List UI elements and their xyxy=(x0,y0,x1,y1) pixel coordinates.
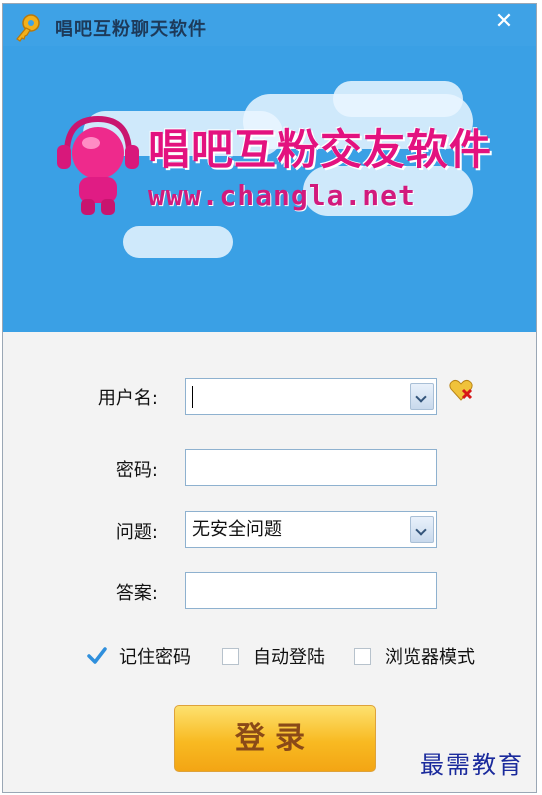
question-dropdown-button[interactable] xyxy=(410,516,434,543)
password-label: 密码: xyxy=(115,460,158,481)
brand-name: 唱吧互粉交友软件 xyxy=(148,125,493,174)
username-label: 用户名: xyxy=(97,388,158,409)
key-icon xyxy=(16,14,40,42)
answer-label: 答案: xyxy=(115,583,158,604)
remember-password-checkbox[interactable] xyxy=(87,646,107,666)
login-window: 唱吧互粉聊天软件 ✕ 唱吧互粉交友软件 www.changla.net 用户名: xyxy=(2,3,537,793)
browser-mode-checkbox[interactable] xyxy=(354,648,371,665)
browser-mode-label[interactable]: 浏览器模式 xyxy=(385,643,475,669)
banner: 唱吧互粉交友软件 www.changla.net xyxy=(3,46,536,332)
watermark-text: 最需教育 xyxy=(420,751,524,779)
delete-account-icon[interactable] xyxy=(448,377,474,403)
window-title: 唱吧互粉聊天软件 xyxy=(55,19,207,40)
question-label: 问题: xyxy=(115,522,158,543)
username-combobox[interactable] xyxy=(185,378,437,415)
mascot-logo xyxy=(57,115,139,215)
answer-input[interactable] xyxy=(185,572,437,609)
text-cursor xyxy=(192,386,193,408)
login-button[interactable]: 登录 xyxy=(174,705,376,772)
auto-login-label[interactable]: 自动登陆 xyxy=(253,643,325,669)
security-question-select[interactable]: 无安全问题 xyxy=(185,511,437,548)
username-dropdown-button[interactable] xyxy=(410,383,434,410)
login-form: 用户名: 密码: 问题: 无安全问题 答案: 记住密码 自动登陆 浏览器模式 登… xyxy=(3,332,536,792)
security-question-value: 无安全问题 xyxy=(192,519,282,540)
options-row: 记住密码 自动登陆 浏览器模式 xyxy=(3,642,536,672)
title-bar[interactable]: 唱吧互粉聊天软件 ✕ xyxy=(3,4,536,46)
auto-login-checkbox[interactable] xyxy=(222,648,239,665)
cloud-decoration xyxy=(123,226,233,258)
password-input[interactable] xyxy=(185,449,437,486)
close-button[interactable]: ✕ xyxy=(472,4,536,40)
cloud-decoration xyxy=(333,81,463,117)
remember-password-label[interactable]: 记住密码 xyxy=(119,643,191,669)
brand-url: www.changla.net xyxy=(148,179,416,212)
